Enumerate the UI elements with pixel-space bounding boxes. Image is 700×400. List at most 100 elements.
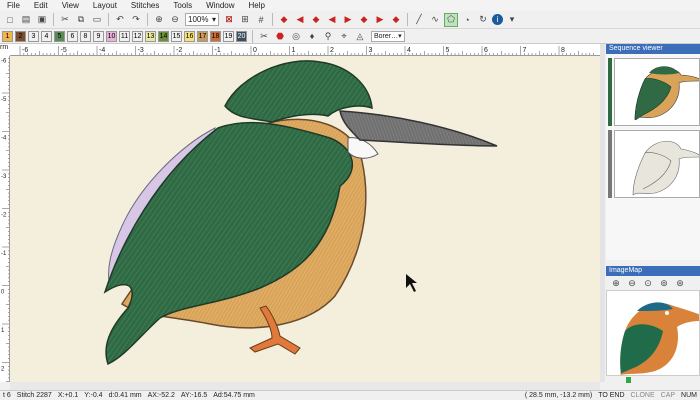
ruler-top-label: -2 [176,47,182,54]
zoom-out-icon[interactable]: ⊖ [625,276,639,290]
frame-icon[interactable]: ⊞ [238,13,252,27]
redo-icon[interactable]: ↷ [129,13,143,27]
color-swatch[interactable]: 4 [41,30,52,42]
chevron-down-icon: ▾ [398,33,402,40]
cut-icon[interactable]: ✂ [58,13,72,27]
undo-icon[interactable]: ↶ [113,13,127,27]
color-swatch[interactable]: 15 [171,30,182,42]
dropdown-icon[interactable]: ▾ [505,13,519,27]
shape-tool-icon[interactable]: ⬠ [444,12,458,27]
target-icon[interactable]: ◎ [289,29,303,43]
kingfisher-thumbnail [615,59,699,125]
ruler-left-label: 2 [1,367,5,373]
main-toolbar: □ ▤ ▣ ✂ ⧉ ▭ ↶ ↷ ⊕ ⊖ 100% ▾ ⊠ ⊞ # ◆ ◀ ◆ ◀… [0,11,700,29]
fit-icon[interactable]: ⊠ [222,13,236,27]
next-color-icon[interactable]: ▶ [373,13,387,27]
menu-view[interactable]: View [55,0,86,11]
color-swatch[interactable]: 18 [210,30,221,42]
rotate-icon[interactable]: ↻ [476,13,490,27]
grid-icon[interactable]: # [254,13,268,27]
color-swatch[interactable]: 9 [93,30,104,42]
sequence-thumb-2[interactable] [614,130,700,198]
measure-icon[interactable]: ◔ [460,13,474,27]
ruler-top-ticks: -6 -5 -4 -3 -2 -1 0 1 2 3 4 5 6 7 8 [19,46,594,55]
prev-icon[interactable]: ◀ [325,13,339,27]
border-combo[interactable]: Borer… ▾ [371,30,405,42]
color-swatch[interactable]: 12 [132,30,143,42]
status-ad: Ad:54.75 mm [213,392,255,399]
slider-thumb[interactable] [626,377,631,383]
toolbar-separator [272,13,273,26]
curve-tool-icon[interactable]: ∿ [428,13,442,27]
ruler-unit: rm [0,44,9,51]
stop-icon[interactable]: ⬣ [273,29,287,43]
save-icon[interactable]: ▣ [35,13,49,27]
color-swatch[interactable]: 13 [145,30,156,42]
color-swatch[interactable]: 14 [158,30,169,42]
menu-tools[interactable]: Tools [166,0,199,11]
toolbar-separator [53,13,54,26]
first-stitch-icon[interactable]: ◆ [277,13,291,27]
zoom-in-icon[interactable]: ⊕ [609,276,623,290]
design-canvas[interactable] [10,56,600,382]
last-stitch-icon[interactable]: ◆ [389,13,403,27]
line-tool-icon[interactable]: ╱ [412,13,426,27]
color-swatch[interactable]: 16 [184,30,195,42]
color-swatch[interactable]: 6 [67,30,78,42]
info-icon[interactable]: i [492,14,503,25]
menu-stitches[interactable]: Stitches [124,0,166,11]
horizontal-scrollbar[interactable] [10,382,600,390]
color-palette-toolbar: 1 2 3 4 5 6 8 9 10 11 12 13 14 15 16 17 18 19 20 ✂ ⬣ ◎ ♦ ⚲… [0,29,700,44]
ruler-left-label: 1 [1,328,5,334]
menu-window[interactable]: Window [199,0,241,11]
ruler-top-label: 7 [523,47,527,54]
color-swatch[interactable]: 19 [223,30,234,42]
color-swatch[interactable]: 10 [106,30,117,42]
copy-icon[interactable]: ⧉ [74,13,88,27]
sequence-thumb-1[interactable] [614,58,700,126]
open-icon[interactable]: ▤ [19,13,33,27]
scissors-icon[interactable]: ✂ [257,29,271,43]
zoom-in-icon[interactable]: ⊕ [152,13,166,27]
zoom-fit-icon[interactable]: ⊙ [641,276,655,290]
next-stitch-icon[interactable]: ◆ [357,13,371,27]
ruler-top-label: 6 [484,47,488,54]
vertical-scrollbar[interactable] [600,44,605,382]
color-swatch[interactable]: 17 [197,30,208,42]
menu-help[interactable]: Help [242,0,272,11]
image-map-view[interactable] [606,290,700,376]
ruler-corner: rm [0,44,10,56]
color-swatch[interactable]: 5 [54,30,65,42]
ruler-top-label: 2 [330,47,334,54]
prev-color-icon[interactable]: ◀ [293,13,307,27]
new-icon[interactable]: □ [3,13,17,27]
status-y: Y:-0.4 [84,392,103,399]
image-map-slider[interactable] [606,376,700,384]
snap-icon[interactable]: ⌖ [337,29,351,43]
menu-layout[interactable]: Layout [86,0,124,11]
zoom-out-icon[interactable]: ⊖ [168,13,182,27]
image-map-title: ImageMap [606,266,700,276]
zoom-all-icon[interactable]: ⊛ [673,276,687,290]
next-icon[interactable]: ▶ [341,13,355,27]
ruler-left-label: 0 [1,290,5,296]
prev-stitch-icon[interactable]: ◆ [309,13,323,27]
color-swatch[interactable]: 11 [119,30,130,42]
node-icon[interactable]: ◬ [353,29,367,43]
paste-icon[interactable]: ▭ [90,13,104,27]
needle-icon[interactable]: ♦ [305,29,319,43]
zoom-page-icon[interactable]: ⊚ [657,276,671,290]
mouse-cursor [406,274,417,292]
ruler-left-label: -1 [1,251,7,257]
trim-icon[interactable]: ⚲ [321,29,335,43]
menu-edit[interactable]: Edit [27,0,55,11]
color-swatch[interactable]: 20 [236,30,247,42]
color-swatch[interactable]: 1 [2,30,13,42]
color-swatch[interactable]: 3 [28,30,39,42]
menu-file[interactable]: File [0,0,27,11]
color-swatch[interactable]: 8 [80,30,91,42]
wing-green-region [103,121,354,366]
color-swatch[interactable]: 2 [15,30,26,42]
kingfisher-outline-thumbnail [615,131,699,197]
zoom-select[interactable]: 100% ▾ [185,13,219,26]
